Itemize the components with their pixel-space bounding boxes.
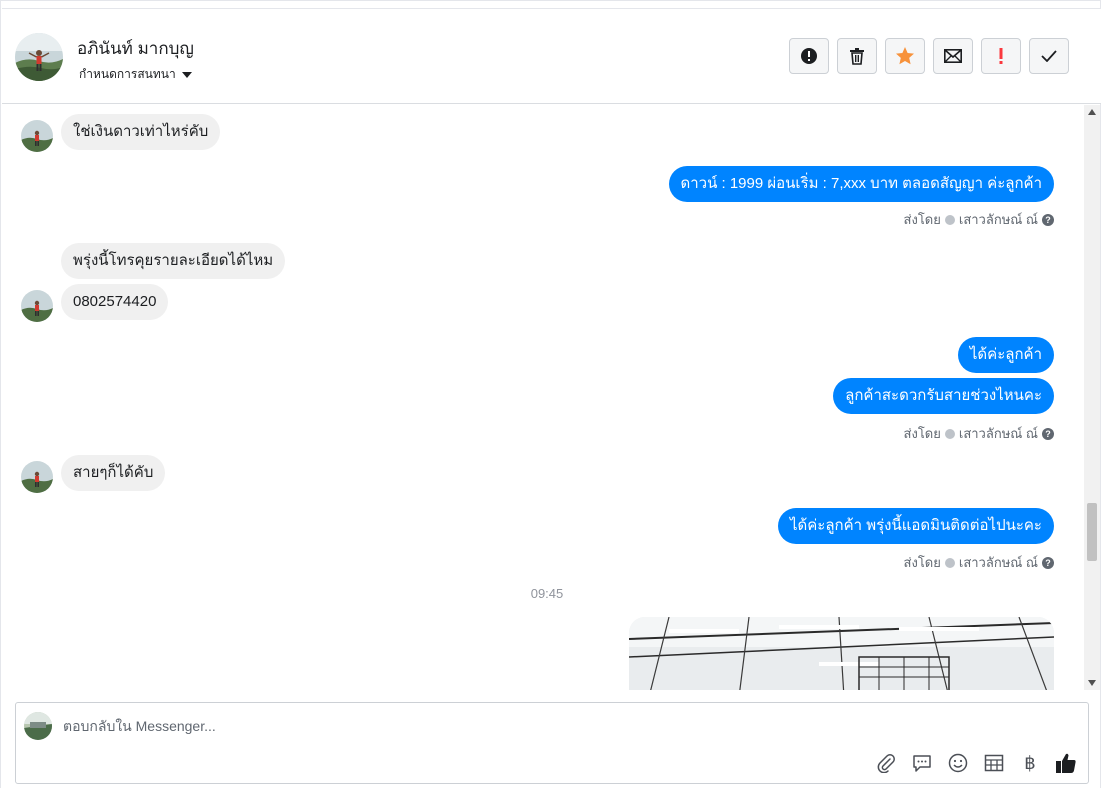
message-thread[interactable]: ใช่เงินดาวเท่าไหร่คับ ดาวน์ : 1999 ผ่อนเ… bbox=[2, 105, 1084, 690]
paperclip-icon bbox=[877, 754, 895, 773]
assign-conversation-dropdown[interactable]: กำหนดการสนทนา bbox=[79, 65, 192, 84]
like-button[interactable] bbox=[1054, 751, 1078, 775]
conversation-header: อภินันท์ มากบุญ กำหนดการสนทนา bbox=[2, 8, 1101, 104]
star-button[interactable] bbox=[885, 38, 925, 74]
payment-button[interactable]: ฿ bbox=[1018, 751, 1042, 775]
page-icon bbox=[944, 428, 955, 439]
outgoing-message: ลูกค้าสะดวกรับสายช่วงไหนคะ bbox=[833, 378, 1054, 414]
outgoing-message: ได้ค่ะลูกค้า พรุ่งนี้แอดมินติดต่อไปนะคะ bbox=[777, 508, 1054, 544]
outgoing-message: ดาวน์ : 1999 ผ่อนเริ่ม : 7,xxx บาท ตลอดส… bbox=[668, 166, 1054, 202]
incoming-message: 0802574420 bbox=[61, 284, 169, 320]
messenger-window: อภินันท์ มากบุญ กำหนดการสนทนา ใช่เงินดาว… bbox=[0, 0, 1101, 788]
sent-by-info: ส่งโดย เสาวลักษณ์ ณ์ ? bbox=[904, 552, 1054, 573]
contact-avatar bbox=[21, 290, 53, 322]
incoming-message: ใช่เงินดาวเท่าไหร่คับ bbox=[61, 114, 221, 150]
mark-unread-button[interactable] bbox=[933, 38, 973, 74]
saved-replies-icon bbox=[913, 755, 931, 772]
scroll-thumb[interactable] bbox=[1087, 503, 1097, 561]
mark-done-button[interactable] bbox=[1029, 38, 1069, 74]
page-icon bbox=[944, 214, 955, 225]
contact-avatar[interactable] bbox=[15, 33, 63, 81]
emoji-button[interactable] bbox=[946, 751, 970, 775]
sent-by-label: ส่งโดย bbox=[903, 426, 941, 441]
assign-label: กำหนดการสนทนา bbox=[79, 67, 176, 81]
trash-icon bbox=[850, 48, 864, 65]
envelope-icon bbox=[944, 49, 962, 63]
sender-name: เสาวลักษณ์ ณ์ bbox=[958, 426, 1038, 441]
chat-scrollbar[interactable] bbox=[1084, 105, 1100, 690]
page-avatar bbox=[24, 712, 52, 740]
table-icon bbox=[984, 754, 1004, 772]
reply-input[interactable] bbox=[63, 715, 1043, 737]
saved-replies-button[interactable] bbox=[910, 751, 934, 775]
delete-button[interactable] bbox=[837, 38, 877, 74]
sent-by-label: ส่งโดย bbox=[903, 212, 941, 227]
sender-name: เสาวลักษณ์ ณ์ bbox=[958, 212, 1038, 227]
help-icon[interactable]: ? bbox=[1042, 213, 1054, 226]
conversation-actions bbox=[789, 38, 1069, 74]
sent-by-info: ส่งโดย เสาวลักษณ์ ณ์ ? bbox=[904, 209, 1054, 230]
time-divider: 09:45 bbox=[530, 586, 564, 601]
composer-tools: ฿ bbox=[874, 751, 1078, 775]
page-icon bbox=[944, 557, 955, 568]
contact-avatar bbox=[21, 120, 53, 152]
sender-name: เสาวลักษณ์ ณ์ bbox=[958, 555, 1038, 570]
thumbs-up-icon bbox=[1056, 753, 1076, 773]
sent-by-info: ส่งโดย เสาวลักษณ์ ณ์ ? bbox=[904, 423, 1054, 444]
outgoing-message: ได้ค่ะลูกค้า bbox=[957, 337, 1054, 373]
help-icon[interactable]: ? bbox=[1042, 427, 1054, 440]
image-attachment[interactable] bbox=[629, 617, 1054, 690]
incoming-message: พรุ่งนี้โทรคุยรายละเอียดได้ไหม bbox=[61, 243, 286, 279]
checkmark-icon bbox=[1041, 50, 1057, 62]
star-icon bbox=[896, 47, 914, 65]
help-icon[interactable]: ? bbox=[1042, 556, 1054, 569]
spam-button[interactable] bbox=[789, 38, 829, 74]
scroll-up-arrow-icon[interactable] bbox=[1088, 109, 1096, 115]
reply-composer: ฿ bbox=[15, 702, 1089, 784]
exclamation-icon bbox=[999, 48, 1003, 64]
contact-name: อภินันท์ มากบุญ bbox=[77, 39, 194, 58]
sent-by-label: ส่งโดย bbox=[903, 555, 941, 570]
table-button[interactable] bbox=[982, 751, 1006, 775]
follow-up-button[interactable] bbox=[981, 38, 1021, 74]
contact-avatar bbox=[21, 461, 53, 493]
baht-icon: ฿ bbox=[1024, 752, 1036, 773]
attach-file-button[interactable] bbox=[874, 751, 898, 775]
incoming-message: สายๆก็ได้คับ bbox=[61, 455, 166, 491]
emoji-icon bbox=[948, 753, 968, 773]
alert-circle-icon bbox=[801, 48, 817, 64]
scroll-down-arrow-icon[interactable] bbox=[1088, 680, 1096, 686]
caret-down-icon bbox=[181, 71, 192, 78]
